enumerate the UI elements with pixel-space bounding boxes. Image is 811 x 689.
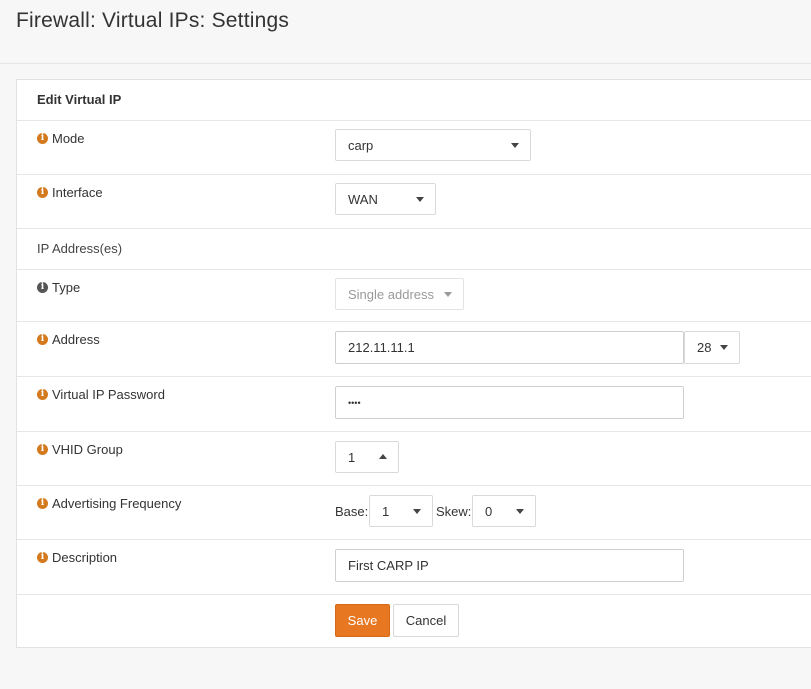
advfreq-label-group: i Advertising Frequency — [37, 496, 181, 511]
skew-value: 0 — [485, 503, 493, 519]
info-icon[interactable]: i — [37, 444, 48, 455]
type-label-group: i Type — [37, 280, 80, 295]
password-label: Virtual IP Password — [52, 387, 165, 402]
address-label-group: i Address — [37, 332, 100, 347]
info-icon[interactable]: i — [37, 552, 48, 563]
info-icon[interactable]: i — [37, 498, 48, 509]
address-input[interactable]: 212.11.11.1 — [335, 331, 684, 364]
interface-value: WAN — [348, 191, 378, 207]
interface-row: i Interface WAN — [17, 175, 811, 229]
type-row: i Type Single address — [17, 270, 811, 322]
skew-label: Skew: — [436, 504, 472, 519]
info-icon[interactable]: i — [37, 187, 48, 198]
password-label-group: i Virtual IP Password — [37, 387, 165, 402]
ip-section-row: IP Address(es) — [17, 229, 811, 270]
type-select: Single address — [335, 278, 464, 310]
base-label: Base: — [335, 504, 369, 519]
interface-label-group: i Interface — [37, 185, 103, 200]
description-row: i Description First CARP IP — [17, 540, 811, 595]
mode-label-group: i Mode — [37, 131, 85, 146]
info-icon[interactable]: i — [37, 282, 48, 293]
mode-value: carp — [348, 137, 374, 153]
description-label: Description — [52, 550, 118, 565]
address-label: Address — [52, 332, 100, 347]
vhid-value: 1 — [348, 449, 356, 465]
edit-virtual-ip-panel: Edit Virtual IP i Mode carp i Interface … — [16, 79, 811, 648]
password-row: i Virtual IP Password •••• — [17, 377, 811, 432]
info-icon[interactable]: i — [37, 334, 48, 345]
interface-select[interactable]: WAN — [335, 183, 436, 215]
description-input[interactable]: First CARP IP — [335, 549, 684, 582]
skew-select[interactable]: 0 — [472, 495, 536, 527]
type-value: Single address — [348, 286, 434, 302]
caret-down-icon — [511, 143, 519, 148]
subnet-mask-select[interactable]: 28 — [684, 331, 740, 364]
info-icon[interactable]: i — [37, 133, 48, 144]
cancel-button[interactable]: Cancel — [393, 604, 459, 637]
caret-down-icon — [516, 509, 524, 514]
type-label: Type — [52, 280, 81, 295]
caret-down-icon — [416, 197, 424, 202]
interface-label: Interface — [52, 185, 103, 200]
description-value: First CARP IP — [348, 558, 429, 573]
subnet-mask-value: 28 — [697, 340, 712, 355]
base-select[interactable]: 1 — [369, 495, 433, 527]
mode-label: Mode — [52, 131, 85, 146]
caret-down-icon — [720, 345, 728, 350]
vhid-select[interactable]: 1 — [335, 441, 399, 473]
advfreq-label: Advertising Frequency — [52, 496, 182, 511]
info-icon[interactable]: i — [37, 389, 48, 400]
page-header: Firewall: Virtual IPs: Settings — [0, 0, 811, 64]
vhid-row: i VHID Group 1 — [17, 432, 811, 486]
caret-up-icon — [379, 454, 387, 459]
description-label-group: i Description — [37, 550, 117, 565]
vhid-label-group: i VHID Group — [37, 442, 123, 457]
ip-section-label: IP Address(es) — [37, 241, 123, 256]
panel-heading: Edit Virtual IP — [37, 92, 122, 107]
mode-row: i Mode carp — [17, 121, 811, 175]
panel-heading-row: Edit Virtual IP — [17, 80, 811, 121]
save-button[interactable]: Save — [335, 604, 390, 637]
password-input[interactable]: •••• — [335, 386, 684, 419]
password-value: •••• — [348, 397, 361, 408]
caret-down-icon — [413, 509, 421, 514]
address-value: 212.11.11.1 — [348, 340, 415, 355]
advfreq-row: i Advertising Frequency Base: 1 Skew: 0 — [17, 486, 811, 540]
address-row: i Address 212.11.11.1 28 — [17, 322, 811, 377]
page-title: Firewall: Virtual IPs: Settings — [16, 9, 290, 32]
mode-select[interactable]: carp — [335, 129, 531, 161]
caret-down-icon — [444, 292, 452, 297]
base-value: 1 — [382, 503, 390, 519]
vhid-label: VHID Group — [52, 442, 123, 457]
